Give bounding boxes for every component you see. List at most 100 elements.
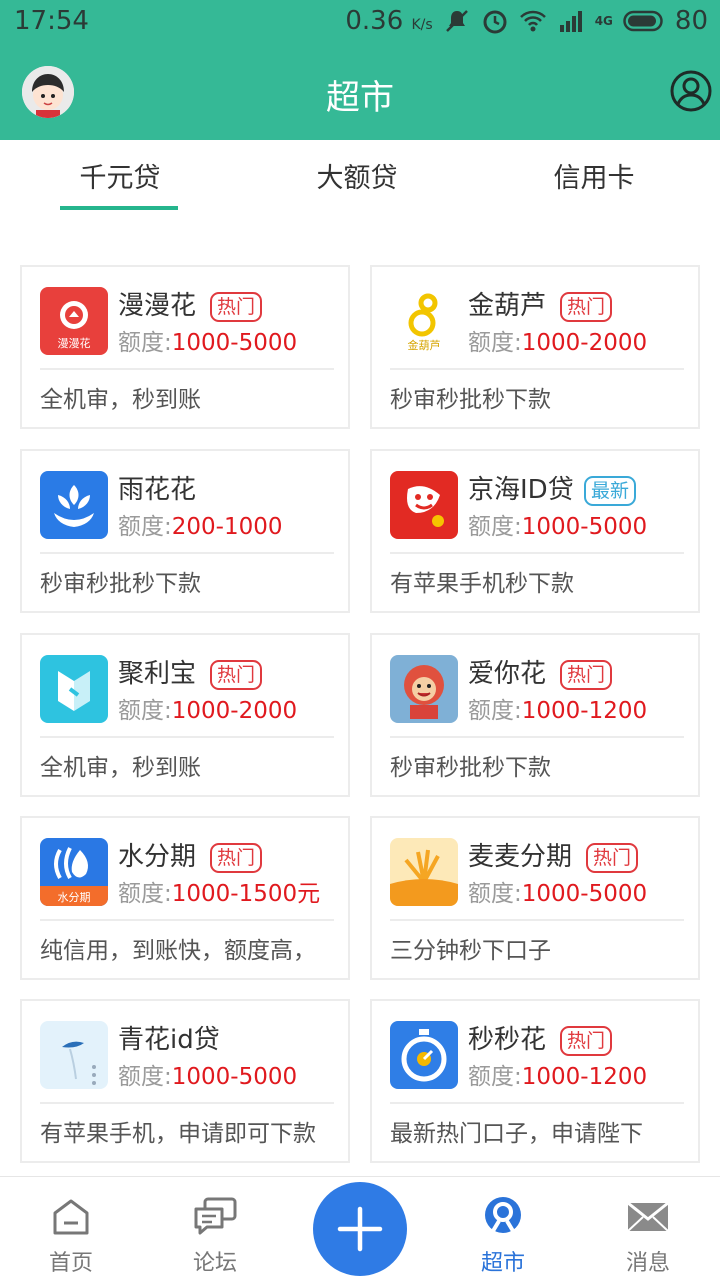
product-card[interactable]: 雨花花 额度:200-1000 秒审秒批秒下款: [20, 449, 350, 613]
product-name: 麦麦分期: [468, 842, 573, 872]
logo-text: 水分期: [58, 891, 91, 904]
credit-limit: 额度:1000-2000: [468, 330, 648, 356]
market-icon: [485, 1197, 521, 1233]
tab-xinyongka[interactable]: 信用卡: [514, 156, 674, 195]
category-tabs: 千元贷 大额贷 信用卡: [0, 140, 720, 212]
battery-icon: [623, 10, 663, 32]
qinghua-logo-icon: [40, 1021, 108, 1089]
hot-badge: 热门: [210, 843, 263, 873]
add-post-button[interactable]: [313, 1182, 407, 1276]
julibao-logo-icon: [40, 655, 108, 723]
product-description: 最新热门口子，申请陛下: [390, 1121, 643, 1147]
network-speed: 0.36 K/s: [345, 6, 433, 36]
network-type: 4G: [594, 14, 613, 28]
product-card[interactable]: 麦麦分期 热门 额度:1000-5000 三分钟秒下口子: [370, 816, 700, 980]
product-card[interactable]: 秒秒花 热门 额度:1000-1200 最新热门口子，申请陛下: [370, 999, 700, 1163]
divider: [390, 736, 684, 738]
message-icon: [627, 1201, 669, 1232]
product-description: 有苹果手机，申请即可下款: [40, 1121, 316, 1147]
credit-limit: 额度:1000-1500元: [118, 881, 321, 907]
product-description: 全机审，秒到账: [40, 387, 201, 413]
credit-limit: 额度:1000-5000: [468, 514, 648, 540]
home-icon: [53, 1199, 89, 1235]
credit-limit: 额度:200-1000: [118, 514, 283, 540]
tab-qianyuandai[interactable]: 千元贷: [40, 156, 200, 195]
yuhuahua-logo-icon: [40, 471, 108, 539]
user-profile-icon[interactable]: [668, 68, 714, 114]
manmanhua-logo-icon: 漫漫花: [40, 287, 108, 355]
product-card[interactable]: 漫漫花 漫漫花 热门 额度:1000-5000 全机审，秒到账: [20, 265, 350, 429]
battery-level: 80: [674, 6, 708, 36]
forum-icon: [194, 1197, 237, 1235]
hot-badge: 热门: [586, 843, 639, 873]
divider: [390, 919, 684, 921]
credit-limit: 额度:1000-2000: [118, 698, 298, 724]
credit-limit: 额度:1000-1200: [468, 698, 648, 724]
signal-icon: [559, 11, 582, 32]
mute-bell-icon: [445, 10, 468, 32]
hot-badge: 热门: [210, 660, 263, 690]
nav-label: 首页: [48, 1251, 93, 1276]
active-tab-indicator: [60, 206, 178, 210]
divider: [390, 368, 684, 370]
product-description: 秒审秒批秒下款: [390, 387, 551, 413]
product-name: 金葫芦: [468, 291, 547, 321]
credit-limit: 额度:1000-1200: [468, 1064, 648, 1090]
product-description: 有苹果手机秒下款: [390, 571, 574, 597]
divider: [40, 919, 334, 921]
logo-text: 漫漫花: [58, 336, 91, 350]
product-name: 秒秒花: [468, 1025, 547, 1055]
page-title: 超市: [326, 78, 394, 118]
product-name: 爱你花: [468, 659, 547, 689]
product-card[interactable]: 聚利宝 热门 额度:1000-2000 全机审，秒到账: [20, 633, 350, 797]
divider: [40, 552, 334, 554]
credit-limit: 额度:1000-5000: [468, 881, 648, 907]
header: 超市: [0, 46, 720, 140]
product-name: 水分期: [118, 842, 197, 872]
plus-icon: [337, 1206, 383, 1252]
credit-limit: 额度:1000-5000: [118, 330, 298, 356]
product-description: 全机审，秒到账: [40, 755, 201, 781]
product-name: 青花id贷: [118, 1025, 220, 1055]
jinhulu-logo-icon: 金葫芦: [390, 287, 458, 355]
hot-badge: 热门: [560, 660, 613, 690]
hot-badge: 热门: [560, 1026, 613, 1056]
nav-message[interactable]: 消息: [593, 1177, 703, 1280]
credit-limit: 额度:1000-5000: [118, 1064, 298, 1090]
product-card[interactable]: 青花id贷 额度:1000-5000 有苹果手机，申请即可下款: [20, 999, 350, 1163]
status-time: 17:54: [14, 6, 89, 36]
hot-badge: 热门: [210, 292, 263, 322]
wifi-icon: [519, 10, 546, 32]
jinghai-logo-icon: [390, 471, 458, 539]
product-name: 聚利宝: [118, 659, 197, 689]
status-bar: 17:54 0.36 K/s 4G 80: [0, 0, 720, 46]
nav-label: 论坛: [192, 1251, 237, 1276]
nav-market[interactable]: 超市: [448, 1177, 558, 1280]
status-icons: 0.36 K/s 4G 80: [345, 6, 708, 36]
product-name: 京海ID贷: [468, 475, 574, 505]
nav-forum[interactable]: 论坛: [160, 1177, 270, 1280]
divider: [40, 736, 334, 738]
nav-label: 超市: [480, 1251, 525, 1276]
divider: [40, 1102, 334, 1104]
speed-unit: K/s: [411, 17, 433, 33]
product-description: 秒审秒批秒下款: [40, 571, 201, 597]
nav-label: 消息: [625, 1251, 670, 1276]
tab-daedai[interactable]: 大额贷: [277, 156, 437, 195]
ainihua-logo-icon: [390, 655, 458, 723]
product-card[interactable]: 爱你花 热门 额度:1000-1200 秒审秒批秒下款: [370, 633, 700, 797]
product-card[interactable]: 金葫芦 金葫芦 热门 额度:1000-2000 秒审秒批秒下款: [370, 265, 700, 429]
divider: [40, 368, 334, 370]
product-card[interactable]: 京海ID贷 最新 额度:1000-5000 有苹果手机秒下款: [370, 449, 700, 613]
nav-home[interactable]: 首页: [16, 1177, 126, 1280]
new-badge: 最新: [584, 476, 637, 506]
alarm-icon: [483, 10, 507, 34]
hot-badge: 热门: [560, 292, 613, 322]
product-card[interactable]: 水分期 水分期 热门 额度:1000-1500元 纯信用，到账快，额度高，: [20, 816, 350, 980]
maimai-logo-icon: [390, 838, 458, 906]
logo-text: 金葫芦: [408, 338, 441, 352]
miaomiao-logo-icon: [390, 1021, 458, 1089]
product-description: 三分钟秒下口子: [390, 938, 551, 964]
product-description: 秒审秒批秒下款: [390, 755, 551, 781]
product-name: 漫漫花: [118, 291, 197, 321]
